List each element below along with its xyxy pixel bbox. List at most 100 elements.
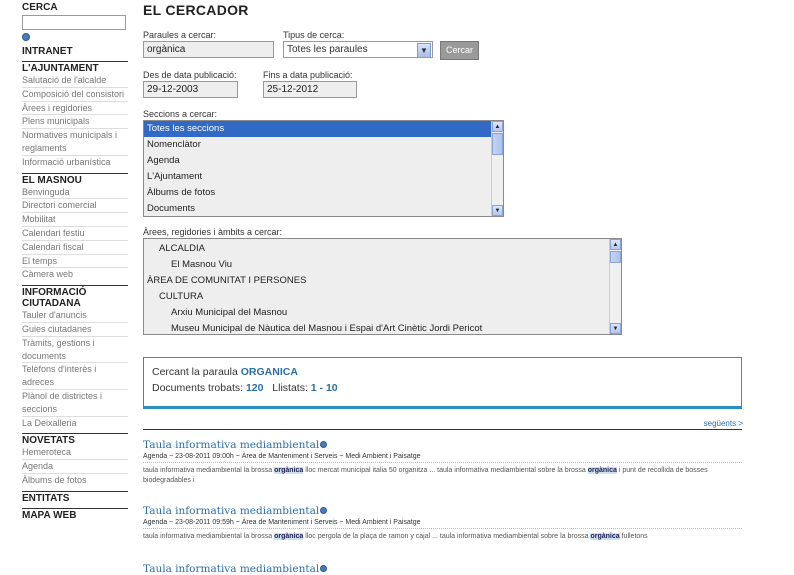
words-input[interactable]: orgànica [143,41,274,58]
sidebar-item[interactable]: Agenda [22,460,128,474]
sections-scrollbar[interactable]: ▲ ▼ [491,121,503,216]
page-title: EL CERCADOR [143,2,249,18]
words-label: Paraules a cercar: [143,30,217,40]
found-label: Documents trobats: [152,382,244,394]
section-option[interactable]: Documents [144,201,503,216]
sidebar-item[interactable]: Mobilitat [22,213,128,227]
scroll-thumb[interactable] [492,133,503,155]
search-result: Taula informativa mediambiental Agenda ~ … [143,505,742,542]
scroll-thumb[interactable] [610,251,621,263]
area-option[interactable]: El Masnou Viu [144,257,621,273]
type-select[interactable]: Totes les paraules ▼ [283,41,433,58]
sidebar-item[interactable]: Calendari festiu [22,227,128,241]
section-option[interactable]: Nomenclàtor [144,137,503,153]
sidebar-heading[interactable]: INTRANET [22,46,128,57]
listed-label: Llistats: [272,382,308,394]
searched-word: ORGANICA [240,366,298,378]
chevron-down-icon[interactable]: ▼ [417,43,431,58]
sidebar-item[interactable]: Plànol de districtes i seccions [22,390,128,417]
sidebar-section: L'AJUNTAMENT Salutació de l'alcalde Compos… [22,61,128,169]
scroll-down-icon[interactable]: ▼ [492,205,503,216]
divider [143,429,742,430]
result-title[interactable]: Taula informativa mediambiental [143,505,319,517]
to-date-label: Fins a data publicació: [263,70,353,80]
sidebar-heading[interactable]: NOVETATS [22,435,128,446]
sidebar: CERCA INTRANET L'AJUNTAMENT Salutació de l… [22,0,128,521]
scroll-up-icon[interactable]: ▲ [610,239,621,250]
result-info-icon[interactable] [320,507,328,514]
type-select-value: Totes les paraules [287,44,368,55]
section-option[interactable]: Àlbums de fotos [144,185,503,201]
area-option[interactable]: Arxiu Municipal del Masnou [144,305,621,321]
sidebar-item[interactable]: Normatives municipals i reglaments [22,129,128,156]
section-option[interactable]: Totes les seccions [144,121,503,137]
sidebar-item[interactable]: Benvinguda [22,186,128,200]
sidebar-heading[interactable]: INFORMACIÓ CIUTADANA [22,287,128,309]
area-option[interactable]: ÀREA DE COMUNITAT I PERSONES [144,273,621,289]
found-count: 120 [245,382,264,394]
sidebar-item[interactable]: Àrees i regidories [22,102,128,116]
sidebar-section: EL MASNOU Benvinguda Directori comercial Mo… [22,172,128,282]
next-page-link[interactable]: següents > [704,419,743,428]
snippet-text: taula informativa mediambiental la bross… [143,467,275,474]
sidebar-item[interactable]: Telèfons d'interès i adreces [22,363,128,390]
listed-range: 1 - 10 [310,382,338,394]
sidebar-section: INFORMACIÓ CIUTADANA Tauler d'anuncis Guie… [22,285,128,429]
sidebar-item[interactable]: El temps [22,255,128,269]
sidebar-heading[interactable]: EL MASNOU [22,175,128,186]
main-content: EL CERCADOR Paraules a cercar: orgànica … [143,0,743,575]
sidebar-item[interactable]: Càmera web [22,268,128,281]
from-date-input[interactable]: 29-12-2003 [143,81,238,98]
from-date-label: Des de data publicació: [143,70,237,80]
sidebar-item[interactable]: Guies ciutadanes [22,323,128,337]
areas-scrollbar[interactable]: ▲ ▼ [609,239,621,334]
result-info-icon[interactable] [320,441,328,448]
sidebar-item[interactable]: Directori comercial [22,199,128,214]
sidebar-item[interactable]: Salutació de l'alcalde [22,74,128,88]
sidebar-item[interactable]: Hemeroteca [22,446,128,461]
to-date-input[interactable]: 25-12-2012 [263,81,357,98]
area-option[interactable]: ALCALDIA [144,241,621,257]
sidebar-item[interactable]: Composició del consistori [22,88,128,102]
sidebar-item[interactable]: Calendari fiscal [22,241,128,255]
area-option[interactable]: Museu Municipal de Nàutica del Masnou i … [144,321,621,334]
areas-listbox[interactable]: ALCALDIA El Masnou Viu ÀREA DE COMUNITAT I… [143,238,622,335]
sidebar-heading[interactable]: L'AJUNTAMENT [22,63,128,74]
sidebar-section: NOVETATS Hemeroteca Agenda Àlbums de fotos [22,433,128,486]
search-button[interactable]: Cercar [440,41,480,60]
result-title-link[interactable]: Taula informativa mediambiental [143,439,742,451]
search-result: Taula informativa mediambiental Agenda ~ … [143,439,742,486]
sidebar-item[interactable]: Tauler d'anuncis [22,309,128,323]
result-title-link[interactable]: Taula informativa mediambiental [143,505,742,517]
result-snippet: taula informativa mediambiental la bross… [143,532,742,542]
sidebar-heading[interactable]: MAPA WEB [22,510,128,521]
scroll-down-icon[interactable]: ▼ [610,323,621,334]
sidebar-item[interactable]: Informació urbanística [22,156,128,169]
sidebar-heading[interactable]: ENTITATS [22,493,128,504]
scroll-up-icon[interactable]: ▲ [492,121,503,132]
sidebar-section: INTRANET [22,45,128,57]
sidebar-item[interactable]: La Deixalleria [22,417,128,430]
sections-listbox[interactable]: Totes les seccions Nomenclàtor Agenda L'Aju… [143,120,504,217]
sidebar-item[interactable]: Plens municipals [22,115,128,130]
sidebar-item[interactable]: Àlbums de fotos [22,474,128,487]
snippet-text: lloc mercat municipal italia 50 organitz… [303,467,588,474]
result-title[interactable]: Taula informativa mediambiental [143,563,319,575]
snippet-text: taula informativa mediambiental la bross… [143,533,275,540]
result-snippet: taula informativa mediambiental la bross… [143,466,742,486]
result-info-icon[interactable] [320,565,328,572]
result-summary: Cercant la paraula ORGANICA Documents tr… [143,357,742,409]
sidebar-section: MAPA WEB [22,507,128,521]
area-option[interactable]: CULTURA [144,289,621,305]
highlight-term: orgànica [590,533,620,540]
sidebar-search-input[interactable] [22,15,126,30]
areas-label: Àrees, regidories i àmbits a cercar: [143,227,283,237]
result-meta: Agenda ~ 23-08-2011 09:00h ~ Àrea de Man… [143,453,742,463]
search-go-icon[interactable] [22,33,30,41]
sidebar-item[interactable]: Tràmits, gestions i documents [22,337,128,364]
result-title-link[interactable]: Taula informativa mediambiental [143,563,742,575]
section-option[interactable]: Agenda [144,153,503,169]
snippet-text: fulletons [619,533,648,540]
result-title[interactable]: Taula informativa mediambiental [143,439,319,451]
section-option[interactable]: L'Ajuntament [144,169,503,185]
